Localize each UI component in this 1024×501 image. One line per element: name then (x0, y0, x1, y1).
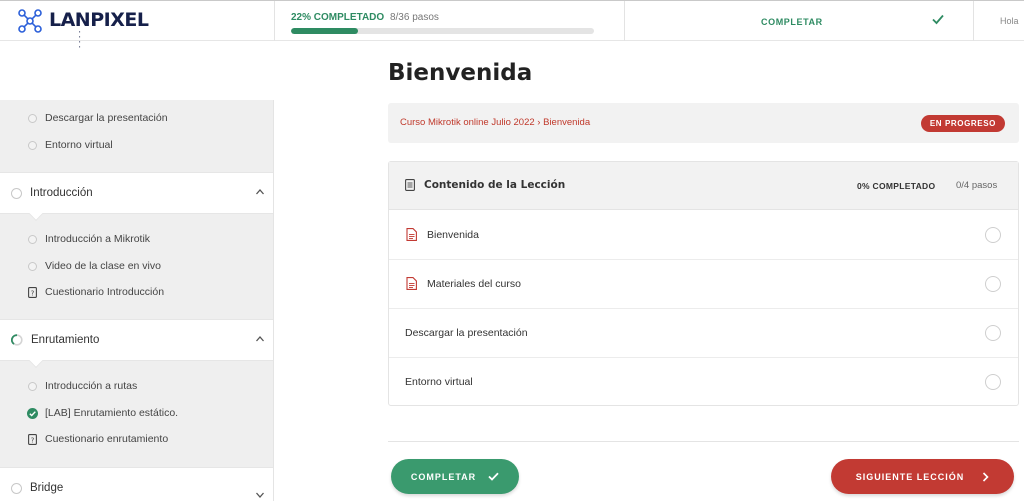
section-introduccion[interactable]: Introducción (0, 172, 273, 222)
brand-logo[interactable]: LANPIXEL ▪ ▪ ▪ ▪ (17, 8, 149, 49)
course-progress: 22% COMPLETADO 8/36 pasos (291, 11, 595, 34)
breadcrumb-bar: Curso Mikrotik online Julio 2022 › Bienv… (388, 103, 1019, 143)
svg-text:?: ? (31, 436, 35, 444)
lesson-row[interactable]: Bienvenida (389, 211, 1018, 260)
page-title: Bienvenida (388, 60, 533, 86)
lesson-row-label: Entorno virtual (405, 376, 473, 388)
section-status-icon (11, 482, 22, 494)
section-title: Bridge (30, 482, 64, 494)
sidebar-item-label: Video de la clase en vivo (45, 260, 161, 272)
lesson-steps: 0/4 pasos (956, 180, 998, 191)
circle-icon (28, 140, 37, 150)
progress-bar (291, 28, 594, 34)
section-enrutamiento[interactable]: Enrutamiento (0, 319, 273, 369)
brand-name: LANPIXEL (49, 9, 149, 31)
circle-icon (28, 113, 37, 123)
sidebar-item-intro-rutas[interactable]: Introducción a rutas (0, 376, 137, 396)
check-icon[interactable] (931, 12, 945, 26)
incomplete-circle-icon[interactable] (985, 325, 1001, 341)
next-lesson-button[interactable]: SIGUIENTE LECCIÓN (831, 459, 1014, 494)
sidebar-item-intro-mikrotik[interactable]: Introducción a Mikrotik (0, 229, 150, 249)
pdf-icon (406, 277, 417, 290)
lesson-content-header: Contenido de la Lección 0% COMPLETADO 0/… (389, 162, 1018, 210)
lesson-row-label: Materiales del curso (427, 278, 521, 290)
chevron-right-icon (983, 471, 989, 482)
sidebar-item-label: Entorno virtual (45, 139, 113, 151)
quiz-icon: ? (28, 433, 37, 445)
chevron-up-icon[interactable] (255, 334, 265, 344)
section-title: Enrutamiento (31, 334, 100, 346)
divider (274, 1, 275, 41)
sidebar-item-cuestionario-intro[interactable]: ? Cuestionario Introducción (0, 282, 164, 302)
sidebar-item-entorno[interactable]: Entorno virtual (0, 135, 113, 155)
sidebar-item-cuestionario-enrutamiento[interactable]: ? Cuestionario enrutamiento (0, 429, 168, 449)
complete-button-label: COMPLETAR (410, 471, 477, 482)
lesson-row[interactable]: Materiales del curso (389, 260, 1018, 309)
section-bridge[interactable]: Bridge (0, 467, 273, 501)
section-title: Introducción (30, 187, 93, 199)
sidebar-item-video-clase[interactable]: Video de la clase en vivo (0, 256, 161, 276)
chevron-up-icon[interactable] (255, 187, 265, 197)
next-lesson-label: SIGUIENTE LECCIÓN (855, 471, 965, 482)
circle-icon (28, 234, 37, 244)
lesson-content-title: Contenido de la Lección (424, 179, 566, 191)
sidebar-item-label: Cuestionario enrutamiento (45, 433, 169, 445)
sidebar-item-descargar[interactable]: Descargar la presentación (0, 108, 168, 128)
check-icon (488, 472, 499, 481)
sidebar-item-label: Cuestionario Introducción (45, 286, 165, 298)
quiz-icon: ? (28, 286, 37, 298)
section-notch (28, 353, 44, 369)
incomplete-circle-icon[interactable] (985, 276, 1001, 292)
divider (624, 1, 625, 41)
circle-icon (28, 381, 37, 391)
sidebar-item-label: Introducción a Mikrotik (45, 233, 151, 245)
sidebar-item-label: Introducción a rutas (45, 380, 138, 392)
course-sidebar: Descargar la presentación Entorno virtua… (0, 100, 274, 501)
lesson-percent: 0% COMPLETADO (857, 181, 936, 191)
document-icon (405, 179, 415, 191)
complete-button[interactable]: COMPLETAR (391, 459, 519, 494)
progress-ring-icon (11, 334, 23, 346)
lesson-row-label: Descargar la presentación (405, 327, 528, 339)
lesson-row[interactable]: Descargar la presentación (389, 309, 1018, 358)
lesson-row[interactable]: Entorno virtual (389, 358, 1018, 407)
status-badge: EN PROGRESO (920, 115, 1005, 132)
divider (388, 441, 1019, 442)
progress-steps: 8/36 pasos (389, 12, 439, 23)
pdf-icon (406, 228, 417, 241)
network-logo-icon (18, 9, 42, 33)
svg-text:?: ? (31, 289, 35, 297)
user-greeting[interactable]: Hola (1000, 16, 1019, 26)
sidebar-item-label: [LAB] Enrutamiento estático. (45, 407, 179, 419)
chevron-down-icon[interactable] (255, 490, 265, 500)
check-circle-icon (27, 407, 38, 419)
circle-icon (28, 261, 37, 271)
section-notch (28, 206, 44, 222)
brand-tagline: ▪ ▪ ▪ ▪ (79, 29, 83, 49)
sidebar-item-label: Descargar la presentación (45, 112, 168, 124)
top-bar: LANPIXEL ▪ ▪ ▪ ▪ 22% COMPLETADO 8/36 pas… (0, 0, 1024, 49)
header-complete-button[interactable]: COMPLETAR (761, 17, 823, 27)
progress-percent: 22% COMPLETADO (291, 12, 385, 23)
sidebar-item-lab-enrutamiento[interactable]: [LAB] Enrutamiento estático. (0, 403, 178, 423)
breadcrumb[interactable]: Curso Mikrotik online Julio 2022 › Bienv… (400, 117, 590, 128)
divider (973, 1, 974, 41)
incomplete-circle-icon[interactable] (985, 374, 1001, 390)
incomplete-circle-icon[interactable] (985, 227, 1001, 243)
lesson-content-panel: Contenido de la Lección 0% COMPLETADO 0/… (388, 161, 1019, 406)
progress-bar-fill (291, 28, 358, 34)
section-status-icon (11, 187, 22, 199)
lesson-row-label: Bienvenida (427, 229, 479, 241)
